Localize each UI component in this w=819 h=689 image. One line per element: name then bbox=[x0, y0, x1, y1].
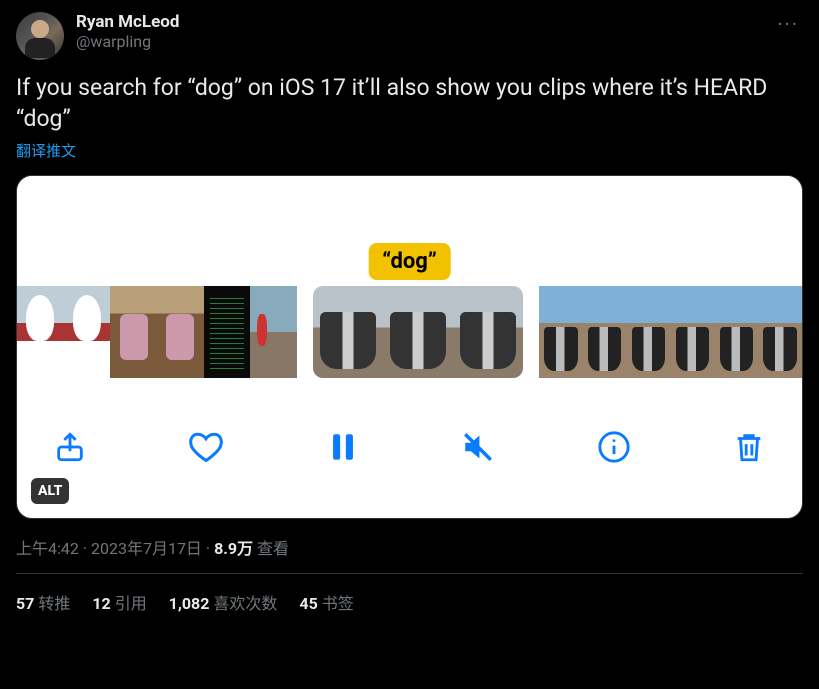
likes-label: 喜欢次数 bbox=[213, 594, 277, 613]
trash-icon[interactable] bbox=[732, 430, 766, 464]
mute-icon[interactable] bbox=[461, 430, 495, 464]
more-icon[interactable]: ··· bbox=[773, 12, 803, 36]
thumbnail bbox=[157, 286, 204, 378]
clip-group-1[interactable] bbox=[17, 286, 297, 378]
time[interactable]: 上午4:42 bbox=[16, 539, 79, 558]
thumbnail bbox=[453, 286, 523, 378]
views-label: 查看 bbox=[253, 539, 289, 558]
quotes-label: 引用 bbox=[115, 594, 147, 613]
date[interactable]: 2023年7月17日 bbox=[91, 539, 202, 558]
timeline-strip[interactable] bbox=[17, 286, 802, 378]
thumbnail bbox=[64, 286, 111, 378]
media-whitespace: “dog” bbox=[17, 176, 802, 286]
thumbnail bbox=[758, 286, 802, 378]
bookmarks[interactable]: 45 书签 bbox=[299, 590, 353, 614]
thumbnail bbox=[670, 286, 714, 378]
bookmarks-label: 书签 bbox=[322, 594, 354, 613]
retweets-label: 转推 bbox=[38, 594, 70, 613]
tweet: Ryan McLeod @warpling ··· If you search … bbox=[0, 0, 819, 626]
pause-icon[interactable] bbox=[326, 430, 360, 464]
retweets-count: 57 bbox=[16, 594, 34, 613]
translate-link[interactable]: 翻译推文 bbox=[16, 140, 803, 161]
tweet-header: Ryan McLeod @warpling ··· bbox=[16, 12, 803, 60]
thumbnail bbox=[110, 286, 157, 378]
tweet-meta: 上午4:42 · 2023年7月17日 · 8.9万 查看 bbox=[16, 535, 803, 574]
media-card[interactable]: “dog” bbox=[16, 175, 803, 519]
sep: · bbox=[202, 539, 214, 558]
thumbnail bbox=[539, 286, 583, 378]
heart-icon[interactable] bbox=[188, 429, 224, 465]
bookmarks-count: 45 bbox=[299, 594, 317, 613]
caption-bubble: “dog” bbox=[368, 243, 451, 280]
thumbnail bbox=[383, 286, 453, 378]
alt-badge[interactable]: ALT bbox=[31, 478, 69, 504]
avatar[interactable] bbox=[16, 12, 64, 60]
thumbnail bbox=[714, 286, 758, 378]
media-controls bbox=[17, 378, 802, 488]
thumbnail bbox=[627, 286, 671, 378]
thumbnail bbox=[250, 286, 297, 378]
info-icon[interactable] bbox=[597, 430, 631, 464]
tweet-text: If you search for “dog” on iOS 17 it’ll … bbox=[16, 72, 803, 134]
thumbnail bbox=[17, 286, 64, 378]
thumbnail bbox=[313, 286, 383, 378]
tweet-stats: 57转推 12 引用 1,082喜欢次数 45 书签 bbox=[16, 574, 803, 614]
views-count: 8.9万 bbox=[214, 539, 253, 558]
thumbnail bbox=[583, 286, 627, 378]
likes[interactable]: 1,082喜欢次数 bbox=[169, 590, 278, 614]
display-name[interactable]: Ryan McLeod bbox=[76, 12, 761, 32]
share-icon[interactable] bbox=[53, 430, 87, 464]
quotes[interactable]: 12 引用 bbox=[92, 590, 146, 614]
thumbnail bbox=[204, 286, 251, 378]
clip-group-2[interactable] bbox=[313, 286, 523, 378]
quotes-count: 12 bbox=[92, 594, 110, 613]
author-names: Ryan McLeod @warpling bbox=[76, 12, 761, 51]
retweets[interactable]: 57转推 bbox=[16, 590, 70, 614]
handle[interactable]: @warpling bbox=[76, 32, 761, 51]
clip-group-3[interactable] bbox=[539, 286, 802, 378]
likes-count: 1,082 bbox=[169, 594, 210, 613]
sep: · bbox=[79, 539, 91, 558]
